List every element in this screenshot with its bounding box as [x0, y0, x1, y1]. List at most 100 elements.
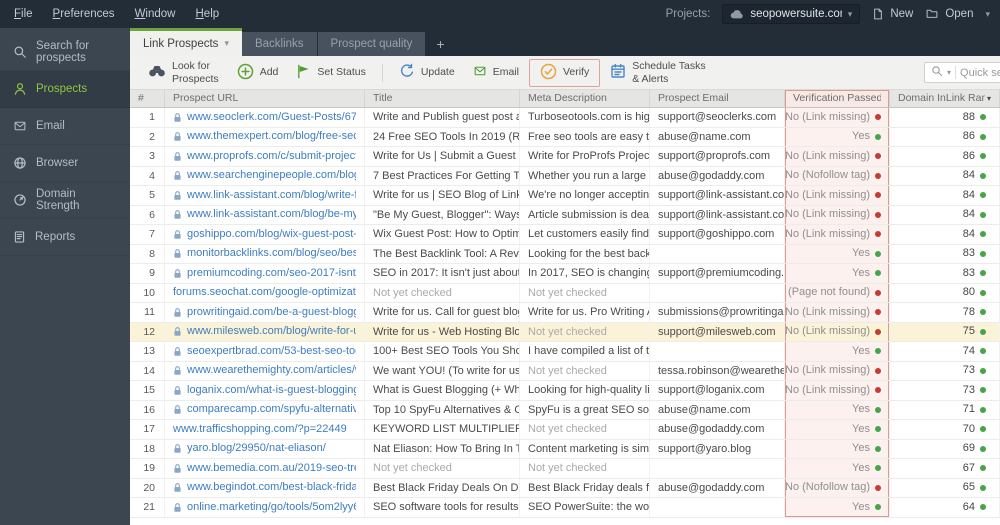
- new-project-button[interactable]: New: [872, 7, 913, 21]
- verify-button[interactable]: Verify: [528, 58, 601, 87]
- tab-link-prospects[interactable]: Link Prospects ▾: [130, 28, 242, 56]
- row-number: 8: [130, 244, 165, 263]
- prospect-url-cell: prowritingaid.com/be-a-guest-blogger.asp…: [165, 303, 365, 322]
- prospect-url-link[interactable]: www.begindot.com/best-black-friday-deals…: [187, 479, 356, 498]
- sidebar-item-email[interactable]: Email: [0, 108, 130, 145]
- table-row[interactable]: 16 comparecamp.com/spyfu-alternatives/ T…: [130, 400, 1000, 420]
- table-row[interactable]: 13 seoexpertbrad.com/53-best-seo-tools/ …: [130, 342, 1000, 362]
- table-row[interactable]: 19 www.bemedia.com.au/2019-seo-trends/ N…: [130, 459, 1000, 479]
- sidebar-item-domain-strength[interactable]: Domain Strength: [0, 182, 130, 219]
- tab-backlinks[interactable]: Backlinks: [241, 32, 317, 56]
- title-cell: KEYWORD LIST MULTIPLIER | http://tra...: [365, 420, 520, 439]
- prospect-url-cell: www.milesweb.com/blog/write-for-us/: [165, 322, 365, 342]
- table-row[interactable]: 3 www.proprofs.com/c/submit-project-mana…: [130, 147, 1000, 167]
- chevron-down-icon: ▾: [947, 68, 952, 77]
- table-row[interactable]: 7 goshippo.com/blog/wix-guest-post-how-t…: [130, 225, 1000, 245]
- table-row[interactable]: 1 www.seoclerk.com/Guest-Posts/679792/Wr…: [130, 108, 1000, 128]
- menu-file[interactable]: File: [4, 5, 43, 23]
- menu-preferences[interactable]: Preferences: [43, 5, 125, 23]
- verification-cell: No (Page not found): [785, 283, 890, 302]
- sidebar-item-prospects[interactable]: Prospects: [0, 71, 130, 108]
- plus-circle-icon: [237, 63, 254, 83]
- title-cell: SEO software tools for results-driven si…: [365, 498, 520, 517]
- prospect-url-link[interactable]: www.themexpert.com/blog/free-seo-tools: [187, 128, 356, 147]
- prospect-url-link[interactable]: www.link-assistant.com/blog/be-my-guest-…: [187, 206, 356, 225]
- verification-status-dot: [875, 192, 881, 199]
- title-cell: Write for us - Web Hosting Blog by Mile.…: [365, 322, 520, 341]
- sidebar-item-search-for-prospects[interactable]: Search for prospects: [0, 34, 130, 71]
- prospect-url-link[interactable]: www.bemedia.com.au/2019-seo-trends/: [187, 459, 356, 478]
- menu-window[interactable]: Window: [125, 5, 186, 23]
- table-row[interactable]: 20 www.begindot.com/best-black-friday-de…: [130, 478, 1000, 498]
- column-header-prospect-url[interactable]: Prospect URL: [165, 90, 365, 107]
- new-tab-button[interactable]: +: [426, 32, 454, 56]
- sidebar-item-reports[interactable]: Reports: [0, 219, 130, 256]
- project-selector[interactable]: seopowersuite.com ▾: [722, 4, 861, 24]
- prospect-url-link[interactable]: www.link-assistant.com/blog/write-for-us…: [187, 186, 356, 205]
- schedule-tasks-alerts-button[interactable]: Schedule Tasks & Alerts: [602, 57, 713, 87]
- prospect-url-link[interactable]: comparecamp.com/spyfu-alternatives/: [187, 401, 356, 420]
- rank-status-dot: [980, 465, 986, 472]
- prospect-url-link[interactable]: yaro.blog/29950/nat-eliason/: [187, 440, 326, 459]
- prospect-url-link[interactable]: monitorbacklinks.com/blog/seo/best-backl…: [187, 245, 356, 264]
- table-row[interactable]: 2 www.themexpert.com/blog/free-seo-tools…: [130, 127, 1000, 147]
- table-row[interactable]: 9 premiumcoding.com/seo-2017-isnt-just-k…: [130, 264, 1000, 284]
- look-for-prospects-button[interactable]: Look for Prospects: [140, 57, 227, 87]
- title-cell: Best Black Friday Deals On Digital Mar..…: [365, 478, 520, 497]
- table-row[interactable]: 4 www.searchenginepeople.com/blog/16032-…: [130, 166, 1000, 186]
- title-cell: Write for us | SEO Blog of Link-Assista.…: [365, 186, 520, 205]
- prospect-url-cell: www.link-assistant.com/blog/write-for-us…: [165, 186, 365, 205]
- open-menu-chevron-icon[interactable]: ▾: [985, 9, 990, 20]
- prospect-url-link[interactable]: www.trafficshopping.com/?p=22449: [173, 420, 347, 439]
- prospect-url-link[interactable]: seoexpertbrad.com/53-best-seo-tools/: [187, 342, 356, 361]
- table-row[interactable]: 6 www.link-assistant.com/blog/be-my-gues…: [130, 205, 1000, 225]
- prospect-url-link[interactable]: www.milesweb.com/blog/write-for-us/: [187, 323, 356, 342]
- sidebar-item-browser[interactable]: Browser: [0, 145, 130, 182]
- tab-prospect-quality[interactable]: Prospect quality: [317, 32, 426, 56]
- table-row[interactable]: 18 yaro.blog/29950/nat-eliason/ Nat Elia…: [130, 439, 1000, 459]
- rank-status-dot: [980, 211, 986, 218]
- column-header-[interactable]: #: [130, 90, 165, 107]
- prospect-url-cell: www.themexpert.com/blog/free-seo-tools: [165, 127, 365, 147]
- prospect-url-link[interactable]: forums.seochat.com/google-optimization-7…: [173, 284, 356, 303]
- table-row[interactable]: 11 prowritingaid.com/be-a-guest-blogger.…: [130, 303, 1000, 323]
- table-row[interactable]: 17 www.trafficshopping.com/?p=22449 KEYW…: [130, 420, 1000, 440]
- prospect-url-link[interactable]: www.seoclerk.com/Guest-Posts/679792/Writ…: [187, 108, 356, 127]
- prospect-url-link[interactable]: online.marketing/go/tools/5om2lyy6k90r/: [187, 498, 356, 517]
- update-button[interactable]: Update: [391, 60, 463, 85]
- column-header-domain-inlink-rank-pro[interactable]: Domain InLink Rank (Pro...▾: [890, 90, 1000, 107]
- row-number: 10: [130, 283, 165, 302]
- lock-icon: [173, 268, 182, 279]
- set-status-button[interactable]: Set Status: [288, 61, 373, 85]
- prospect-url-cell: www.begindot.com/best-black-friday-deals…: [165, 478, 365, 498]
- lock-icon: [173, 170, 182, 181]
- tab-label: Prospect quality: [330, 38, 413, 50]
- column-header-prospect-email[interactable]: Prospect Email: [650, 90, 785, 107]
- prospect-url-link[interactable]: www.wearethemighty.com/articles/write-fo…: [187, 362, 356, 381]
- table-row[interactable]: 10 forums.seochat.com/google-optimizatio…: [130, 283, 1000, 303]
- table-row[interactable]: 21 online.marketing/go/tools/5om2lyy6k90…: [130, 498, 1000, 518]
- table-row[interactable]: 14 www.wearethemighty.com/articles/write…: [130, 361, 1000, 381]
- verification-cell: Yes: [785, 459, 890, 478]
- email-button[interactable]: Email: [465, 62, 527, 83]
- prospect-url-link[interactable]: goshippo.com/blog/wix-guest-post-how-to-…: [187, 225, 356, 244]
- prospect-url-link[interactable]: loganix.com/what-is-guest-blogging/: [187, 381, 356, 400]
- prospect-url-link[interactable]: prowritingaid.com/be-a-guest-blogger.asp…: [187, 303, 356, 322]
- add-button[interactable]: Add: [229, 60, 287, 86]
- prospect-url-link[interactable]: premiumcoding.com/seo-2017-isnt-just-key…: [187, 264, 356, 283]
- column-header-title[interactable]: Title: [365, 90, 520, 107]
- sidebar-item-label: Browser: [36, 157, 79, 169]
- prospect-url-link[interactable]: www.proprofs.com/c/submit-project-manage…: [187, 147, 356, 166]
- title-cell: Write and Publish guest post article on …: [365, 108, 520, 127]
- prospect-url-link[interactable]: www.searchenginepeople.com/blog/16032-of…: [187, 167, 356, 186]
- lock-icon: [173, 502, 182, 513]
- table-row[interactable]: 5 www.link-assistant.com/blog/write-for-…: [130, 186, 1000, 206]
- column-header-verification-passed[interactable]: Verification Passed: [785, 90, 890, 107]
- table-row[interactable]: 15 loganix.com/what-is-guest-blogging/ W…: [130, 381, 1000, 401]
- menu-help[interactable]: Help: [185, 5, 229, 23]
- table-row[interactable]: 8 monitorbacklinks.com/blog/seo/best-bac…: [130, 244, 1000, 264]
- open-project-button[interactable]: Open: [925, 8, 973, 20]
- table-row[interactable]: 12 www.milesweb.com/blog/write-for-us/ W…: [130, 322, 1000, 342]
- column-header-meta-description[interactable]: Meta Description: [520, 90, 650, 107]
- quick-search-input[interactable]: ▾ Quick search: [924, 62, 1000, 83]
